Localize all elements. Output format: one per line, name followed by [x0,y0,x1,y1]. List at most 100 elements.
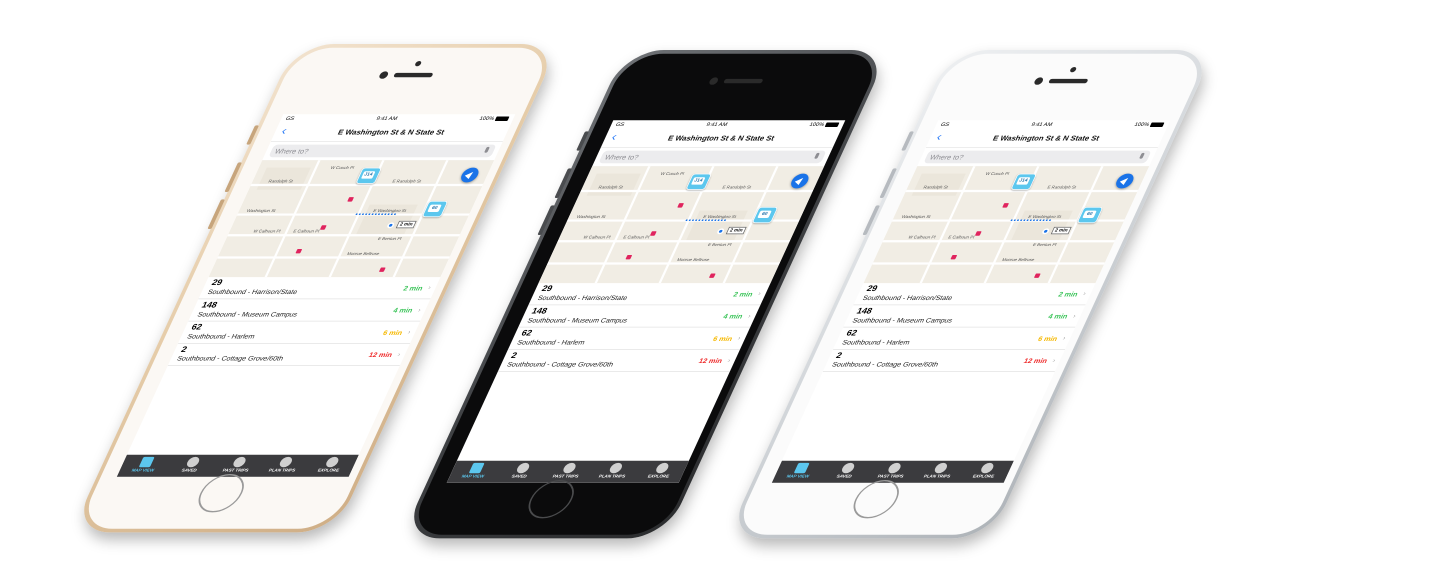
route-destination: Southbound - Museum Campus [851,316,954,324]
cta-marker[interactable] [708,273,716,278]
search-input[interactable]: Where to? [923,150,1152,164]
cta-marker[interactable] [974,231,982,236]
bus-stop-icon[interactable]: J14 [1010,173,1038,190]
street-label: Randolph St [922,185,949,190]
tab-label: PLAN TRIPS [922,474,951,480]
sensor-dot [414,61,423,67]
street-calhoun [227,234,461,237]
calendar-icon [607,462,624,474]
search-placeholder: Where to? [928,153,966,161]
street-label: E Benton Pl [1031,243,1058,248]
arrival-row[interactable]: 29 Southbound - Harrison/State 2 min › [198,277,441,300]
walk-path [1010,219,1052,221]
street-label: W Calhoun Pl [252,229,282,235]
map-icon [793,462,810,474]
bus-route-label: 60 [1082,210,1097,218]
walk-time-label: 2 min [395,220,417,229]
street-label: E Calhoun Pl [947,235,975,241]
arrival-row[interactable]: 148 Southbound - Museum Campus 4 min › [188,299,431,322]
street-label: Monroe Bellrose [346,251,381,257]
heart-icon [515,462,532,474]
route-destination: Southbound - Harlem [186,332,257,340]
location-arrow-icon[interactable] [788,173,812,189]
arrival-row[interactable]: 2 Southbound - Cottage Grove/60th 12 min… [497,349,740,372]
clock-label: 9:41 AM [705,122,729,128]
street-madison [872,262,1106,265]
tab-label: PLAN TRIPS [597,474,626,480]
battery-icon [1149,122,1165,127]
route-destination: Southbound - Harrison/State [206,288,299,296]
battery-icon [824,122,840,127]
bus-route-label: J14 [690,177,706,185]
search-placeholder: Where to? [603,153,641,161]
map-view[interactable]: W Couch Pl Randolph St E Randolph St Was… [538,166,825,284]
location-arrow-icon[interactable] [458,167,482,183]
street-label: Randolph St [597,185,624,190]
microphone-icon[interactable] [814,152,820,159]
location-arrow-icon[interactable] [1113,173,1137,189]
walk-time-label: 2 min [1050,226,1072,235]
arrival-row[interactable]: 62 Southbound - Harlem 6 min › [507,327,751,350]
cta-marker[interactable] [1033,273,1041,278]
tab-explore[interactable]: EXPLORE [632,461,689,483]
arrival-row[interactable]: 2 Southbound - Cottage Grove/60th 12 min… [167,343,410,366]
bus-route-label: 60 [757,210,772,218]
bus-stop-icon[interactable]: J14 [355,167,383,184]
tab-label: PLAN TRIPS [267,468,296,474]
battery-indicator: 100% [1134,122,1165,127]
street-label: E Benton Pl [376,237,403,242]
tab-label: SAVED [180,468,198,474]
calendar-icon [932,462,949,474]
earpiece-speaker [393,72,434,78]
tab-label: EXPLORE [646,474,670,480]
battery-indicator: 100% [809,122,840,127]
tab-explore[interactable]: EXPLORE [957,461,1014,483]
home-button[interactable] [521,479,581,519]
arrival-row[interactable]: 148 Southbound - Museum Campus 4 min › [843,305,1086,328]
street-randolph [580,189,814,193]
arrival-row[interactable]: 29 Southbound - Harrison/State 2 min › [853,283,1096,306]
arrival-row[interactable]: 29 Southbound - Harrison/State 2 min › [528,283,771,306]
home-button[interactable] [846,479,906,519]
microphone-icon[interactable] [484,146,490,153]
carrier-label: GS [614,122,626,128]
nav-bar: ‹ E Washington St & N State St [270,123,512,142]
street-label: E Randolph St [721,185,752,190]
cta-marker[interactable] [319,225,327,230]
home-button[interactable] [191,473,251,513]
arrival-row[interactable]: 62 Southbound - Harlem 6 min › [832,327,1076,350]
eta-label: 6 min [1036,334,1059,343]
map-view[interactable]: W Couch Pl Randolph St E Randolph St Was… [863,166,1150,284]
street-label: E Calhoun Pl [622,235,650,241]
tab-bar: MAP VIEW SAVED PAST TRIPS PLAN TRIPS EXP… [771,460,1014,483]
arrival-row[interactable]: 2 Southbound - Cottage Grove/60th 12 min… [822,349,1065,372]
street-madison [217,256,451,259]
tab-explore[interactable]: EXPLORE [302,455,359,477]
heart-icon [185,456,202,468]
cta-marker[interactable] [677,203,685,208]
cta-marker[interactable] [649,231,657,236]
cta-marker[interactable] [378,267,386,272]
arrival-row[interactable]: 148 Southbound - Museum Campus 4 min › [518,305,761,328]
microphone-icon[interactable] [1139,152,1145,159]
cta-marker[interactable] [347,197,355,202]
search-input[interactable]: Where to? [268,144,497,158]
map-view[interactable]: W Couch Pl Randolph St E Randolph St Was… [208,160,495,278]
arrival-row[interactable]: 62 Southbound - Harlem 6 min › [177,321,421,344]
eta-label: 12 min [367,351,394,359]
search-input[interactable]: Where to? [598,150,827,164]
route-destination: Southbound - Harrison/State [536,294,629,302]
cta-marker[interactable] [1002,203,1010,208]
battery-label: 100% [478,116,496,122]
cta-marker[interactable] [950,254,958,260]
cta-marker[interactable] [625,254,633,260]
street-label: W Couch Pl [984,172,1010,177]
front-camera [378,71,390,79]
bus-stop-icon[interactable]: J14 [685,173,713,190]
front-camera [708,77,720,85]
mockup-stage: GS 9:41 AM 100% ‹ E Washington St & N St… [0,0,1440,579]
eta-label: 12 min [697,357,724,365]
map-icon [138,456,155,468]
carrier-label: GS [939,122,951,128]
cta-marker[interactable] [295,248,303,254]
